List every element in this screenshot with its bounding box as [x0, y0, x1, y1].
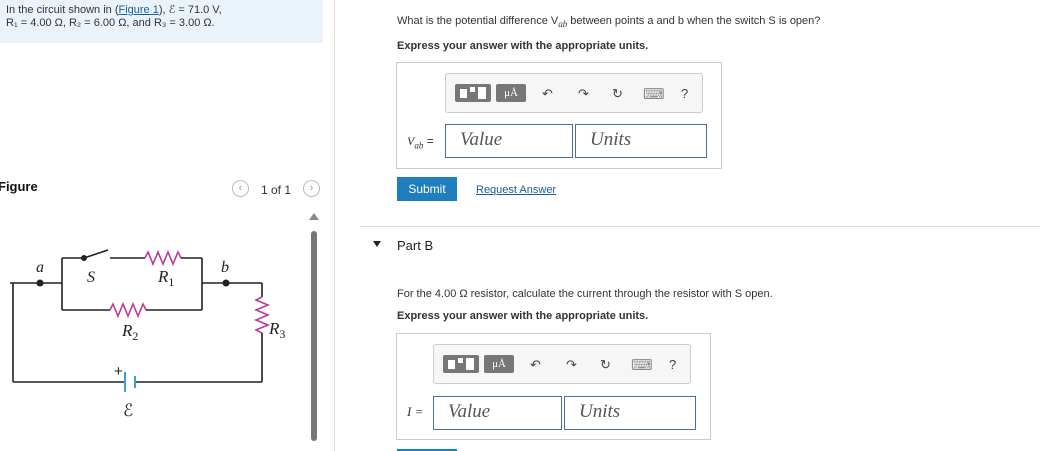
part-a-question-text: What is the potential difference V [397, 15, 559, 27]
svg-text:R2: R2 [121, 321, 138, 343]
redo-icon[interactable]: ↷ [578, 86, 589, 102]
r3-subscript: 3 [279, 327, 285, 341]
r3-label: R [268, 319, 280, 338]
scrollbar-thumb[interactable] [311, 231, 317, 441]
submit-button[interactable]: Submit [397, 177, 457, 201]
switch-label: S [87, 269, 95, 286]
intro-text-suffix: ), ℰ = 71.0 V, [158, 4, 222, 16]
figure-link[interactable]: Figure 1 [119, 4, 159, 16]
r1-subscript: 1 [168, 275, 174, 289]
vab-label: Vab = [407, 134, 434, 150]
part-a-toolbar: μÅ ↶ ↷ ↻ ⌨ ? [445, 73, 703, 113]
part-a-instruction: Express your answer with the appropriate… [397, 40, 649, 52]
panel-divider [334, 0, 335, 451]
r2-subscript: 2 [132, 329, 138, 343]
part-a-answer-box: μÅ ↶ ↷ ↻ ⌨ ? Vab = Value Units [396, 62, 722, 169]
keyboard-icon[interactable]: ⌨ [643, 85, 665, 103]
figure-label: Figure [0, 179, 38, 194]
node-a-label: a [36, 259, 44, 276]
help-icon[interactable]: ? [669, 357, 676, 372]
collapse-arrow-icon[interactable] [373, 241, 381, 247]
current-label: I = [407, 404, 424, 419]
current-value-input[interactable]: Value [433, 396, 562, 430]
units-palette-icon[interactable]: μÅ [484, 355, 514, 373]
figure-pager: 1 of 1 [261, 183, 292, 197]
reset-icon[interactable]: ↻ [600, 357, 611, 373]
part-b-toolbar: μÅ ↶ ↷ ↻ ⌨ ? [433, 344, 691, 384]
vab-value-input[interactable]: Value [445, 124, 573, 158]
redo-icon[interactable]: ↷ [566, 357, 577, 373]
reset-icon[interactable]: ↻ [612, 86, 623, 102]
units-palette-icon[interactable]: μÅ [496, 84, 526, 102]
vab-units-input[interactable]: Units [575, 124, 707, 158]
r1-label: R [157, 267, 169, 286]
undo-icon[interactable]: ↶ [542, 86, 553, 102]
part-divider [360, 226, 1040, 227]
svg-text:R1: R1 [157, 267, 174, 289]
intro-text: In the circuit shown in ( [6, 4, 119, 16]
part-a-question-sub: ab [558, 19, 568, 30]
scroll-up-arrow[interactable] [309, 213, 319, 220]
svg-text:R3: R3 [268, 319, 285, 341]
problem-intro: In the circuit shown in (Figure 1), ℰ = … [0, 0, 323, 43]
prev-figure-button[interactable]: ‹ [232, 180, 249, 197]
part-b-instruction: Express your answer with the appropriate… [397, 310, 649, 322]
part-a-question: What is the potential difference Vab bet… [397, 15, 820, 29]
vab-label-sub: ab [414, 140, 424, 151]
request-answer-link[interactable]: Request Answer [476, 184, 556, 196]
templates-icon[interactable] [455, 84, 491, 102]
part-b-answer-box: μÅ ↶ ↷ ↻ ⌨ ? I = Value Units [396, 333, 711, 440]
intro-resistances: R₁ = 4.00 Ω, R₂ = 6.00 Ω, and R₃ = 3.00 … [6, 17, 215, 29]
undo-icon[interactable]: ↶ [530, 357, 541, 373]
keyboard-icon[interactable]: ⌨ [631, 356, 653, 374]
vab-label-equals: = [426, 134, 434, 148]
next-figure-button[interactable]: › [303, 180, 320, 197]
part-a-question-rest: between points a and b when the switch S… [567, 15, 821, 27]
templates-icon[interactable] [443, 355, 479, 373]
part-b-title[interactable]: Part B [397, 238, 433, 253]
circuit-diagram: a b S R1 R2 R3 + ℰ [10, 249, 285, 420]
figure-panel: In the circuit shown in (Figure 1), ℰ = … [0, 0, 324, 451]
emf-label: ℰ [123, 401, 133, 420]
node-b-label: b [221, 259, 229, 276]
help-icon[interactable]: ? [681, 86, 688, 101]
part-b-question: For the 4.00 Ω resistor, calculate the c… [397, 288, 773, 300]
current-units-input[interactable]: Units [564, 396, 696, 430]
battery-plus-label: + [114, 363, 123, 380]
r2-label: R [121, 321, 133, 340]
